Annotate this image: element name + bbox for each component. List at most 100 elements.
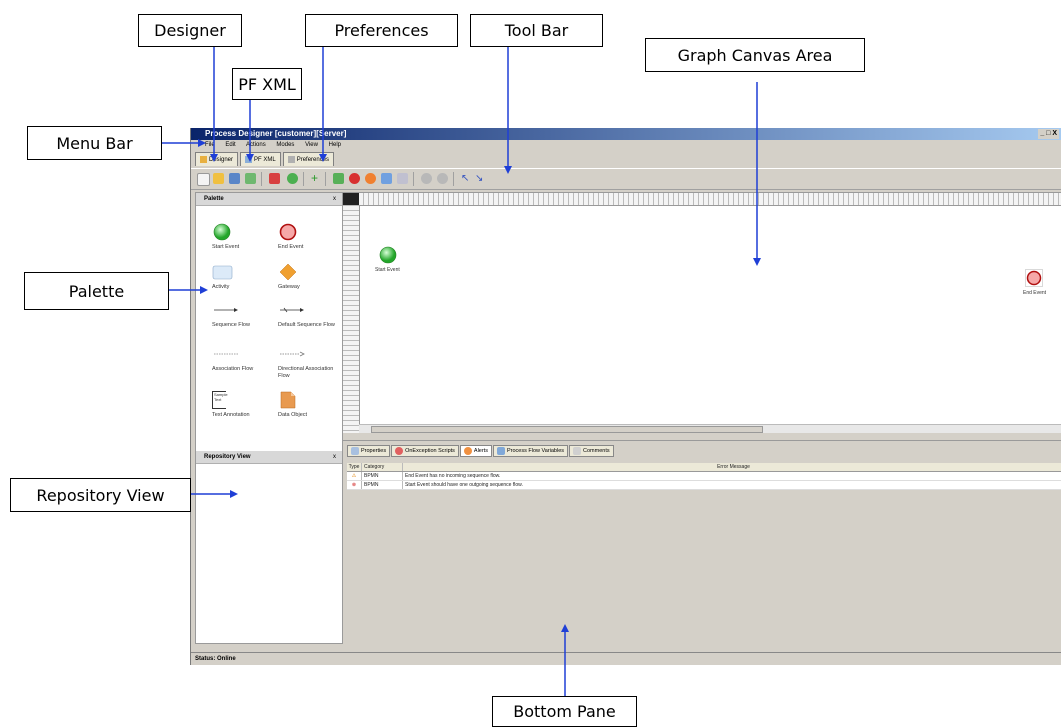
warning-icon: ⚠ (347, 472, 362, 480)
canvas-start-event-label: Start Event (375, 267, 400, 273)
table-row[interactable]: ⊗ BPMN Start Event should have one outgo… (347, 481, 1061, 490)
callout-graph-canvas-area: Graph Canvas Area (645, 38, 865, 72)
toolbar-separator (261, 172, 262, 186)
end-event-icon (1025, 269, 1043, 287)
repository-title: Repository View (204, 454, 251, 460)
column-header-category[interactable]: Category (362, 463, 403, 471)
repository-header: Repository View x (196, 451, 342, 464)
callout-preferences: Preferences (305, 14, 458, 47)
menu-modes[interactable]: Modes (276, 142, 294, 148)
preferences-icon (287, 156, 295, 163)
menu-view[interactable]: View (305, 142, 318, 148)
stop-icon[interactable] (349, 173, 360, 184)
end-event-icon (278, 223, 338, 241)
horizontal-scrollbar[interactable] (359, 424, 1061, 433)
canvas-start-event[interactable] (379, 246, 397, 264)
table-cell-message: End Event has no incoming sequence flow. (405, 473, 501, 479)
pointer-icon[interactable]: ↖ (461, 173, 472, 184)
status-bar: Status: Online (191, 652, 1061, 665)
directional-association-flow-icon (278, 345, 338, 363)
title-bar: Process Designer [customer][Server] _ □ … (191, 128, 1061, 140)
menu-bar: File Edit Actions Modes View Help (191, 140, 1061, 151)
toolbar-separator (325, 172, 326, 186)
palette-header: Palette x (196, 193, 342, 206)
callout-tool-bar: Tool Bar (470, 14, 603, 47)
menu-actions[interactable]: Actions (246, 142, 266, 148)
table-row[interactable]: ⚠ BPMN End Event has no incoming sequenc… (347, 472, 1061, 481)
undo-icon[interactable] (421, 173, 432, 184)
tab-onexception-scripts[interactable]: OnException Scripts (391, 445, 459, 457)
palette-item-start-event[interactable]: Start Event (212, 223, 272, 251)
refresh-icon[interactable] (287, 173, 298, 184)
tab-comments[interactable]: Comments (569, 445, 614, 457)
calendar-icon[interactable] (269, 173, 280, 184)
graph-canvas[interactable]: Start Event End Event (343, 192, 1061, 433)
repository-close-icon[interactable]: x (333, 451, 336, 463)
gateway-icon (278, 263, 338, 281)
menu-edit[interactable]: Edit (225, 142, 235, 148)
variables-icon (496, 447, 505, 455)
tab-strip: Designer PF XML Preferences (195, 152, 336, 166)
tool-bar: + ↖ ↘ (191, 168, 1061, 190)
menu-help[interactable]: Help (329, 142, 341, 148)
xml-icon (245, 156, 253, 163)
cycle-icon[interactable] (365, 173, 376, 184)
tab-properties[interactable]: Properties (347, 445, 391, 457)
palette-item-end-event[interactable]: End Event (278, 223, 338, 251)
palette-item-data-object[interactable]: Data Object (278, 391, 338, 419)
redo-icon[interactable] (437, 173, 448, 184)
add-icon[interactable]: + (309, 172, 320, 184)
app-window: Process Designer [customer][Server] _ □ … (190, 128, 1061, 665)
window-controls[interactable]: _ □ X (1038, 129, 1059, 139)
canvas-end-event[interactable] (1025, 269, 1043, 287)
open-folder-icon[interactable] (213, 173, 224, 184)
toolbar-separator (453, 172, 454, 186)
callout-repository-view: Repository View (10, 478, 191, 512)
association-flow-icon (212, 345, 272, 363)
palette-item-association-flow[interactable]: Association Flow (212, 345, 272, 373)
tab-alerts[interactable]: Alerts (459, 445, 492, 457)
copy-icon[interactable] (397, 173, 408, 184)
save-all-icon[interactable] (245, 173, 256, 184)
table-cell-message: Start Event should have one outgoing seq… (405, 482, 523, 488)
properties-icon (351, 447, 359, 455)
palette-item-directional-association-flow[interactable]: Directional Association Flow (278, 345, 338, 380)
tab-preferences[interactable]: Preferences (282, 152, 335, 166)
palette-item-text-annotation[interactable]: Sample Text Text Annotation (212, 391, 272, 419)
column-header-type[interactable]: Type (347, 463, 362, 471)
designer-icon (200, 156, 207, 163)
data-object-icon (278, 391, 338, 409)
bottom-tab-strip: Properties OnException Scripts Alerts Pr… (347, 445, 615, 457)
column-header-error-message[interactable]: Error Message (403, 463, 1061, 471)
palette-item-sequence-flow[interactable]: Sequence Flow (212, 301, 272, 329)
vertical-ruler (343, 205, 360, 433)
tab-pf-xml[interactable]: PF XML (240, 152, 281, 166)
alerts-icon (463, 447, 472, 455)
save-icon[interactable] (229, 173, 240, 184)
toolbar-separator (303, 172, 304, 186)
window-title: Process Designer [customer][Server] (205, 129, 347, 138)
tab-process-flow-variables[interactable]: Process Flow Variables (492, 445, 569, 457)
alerts-table: Type Category Error Message ⚠ BPMN End E… (347, 463, 1061, 490)
scrollbar-thumb[interactable] (371, 426, 763, 433)
default-sequence-flow-icon (278, 301, 338, 319)
comments-icon (573, 447, 582, 455)
toolbar-separator (413, 172, 414, 186)
menu-file[interactable]: File (205, 142, 215, 148)
start-event-icon (212, 223, 272, 241)
tab-designer[interactable]: Designer (195, 152, 239, 166)
activity-icon (212, 263, 272, 281)
palette-close-icon[interactable]: x (333, 193, 336, 205)
left-panel: Palette x Start Event End Event Activity… (195, 192, 343, 644)
connect-icon[interactable]: ↘ (475, 173, 486, 184)
document-icon[interactable] (381, 173, 392, 184)
list-icon[interactable] (333, 173, 344, 184)
palette-item-default-sequence-flow[interactable]: Default Sequence Flow (278, 301, 338, 329)
palette-item-gateway[interactable]: Gateway (278, 263, 338, 291)
table-header-row: Type Category Error Message (347, 463, 1061, 472)
error-icon: ⊗ (347, 481, 362, 489)
start-event-icon (379, 246, 397, 264)
new-icon[interactable] (197, 173, 210, 186)
exception-icon (395, 447, 404, 455)
palette-item-activity[interactable]: Activity (212, 263, 272, 291)
